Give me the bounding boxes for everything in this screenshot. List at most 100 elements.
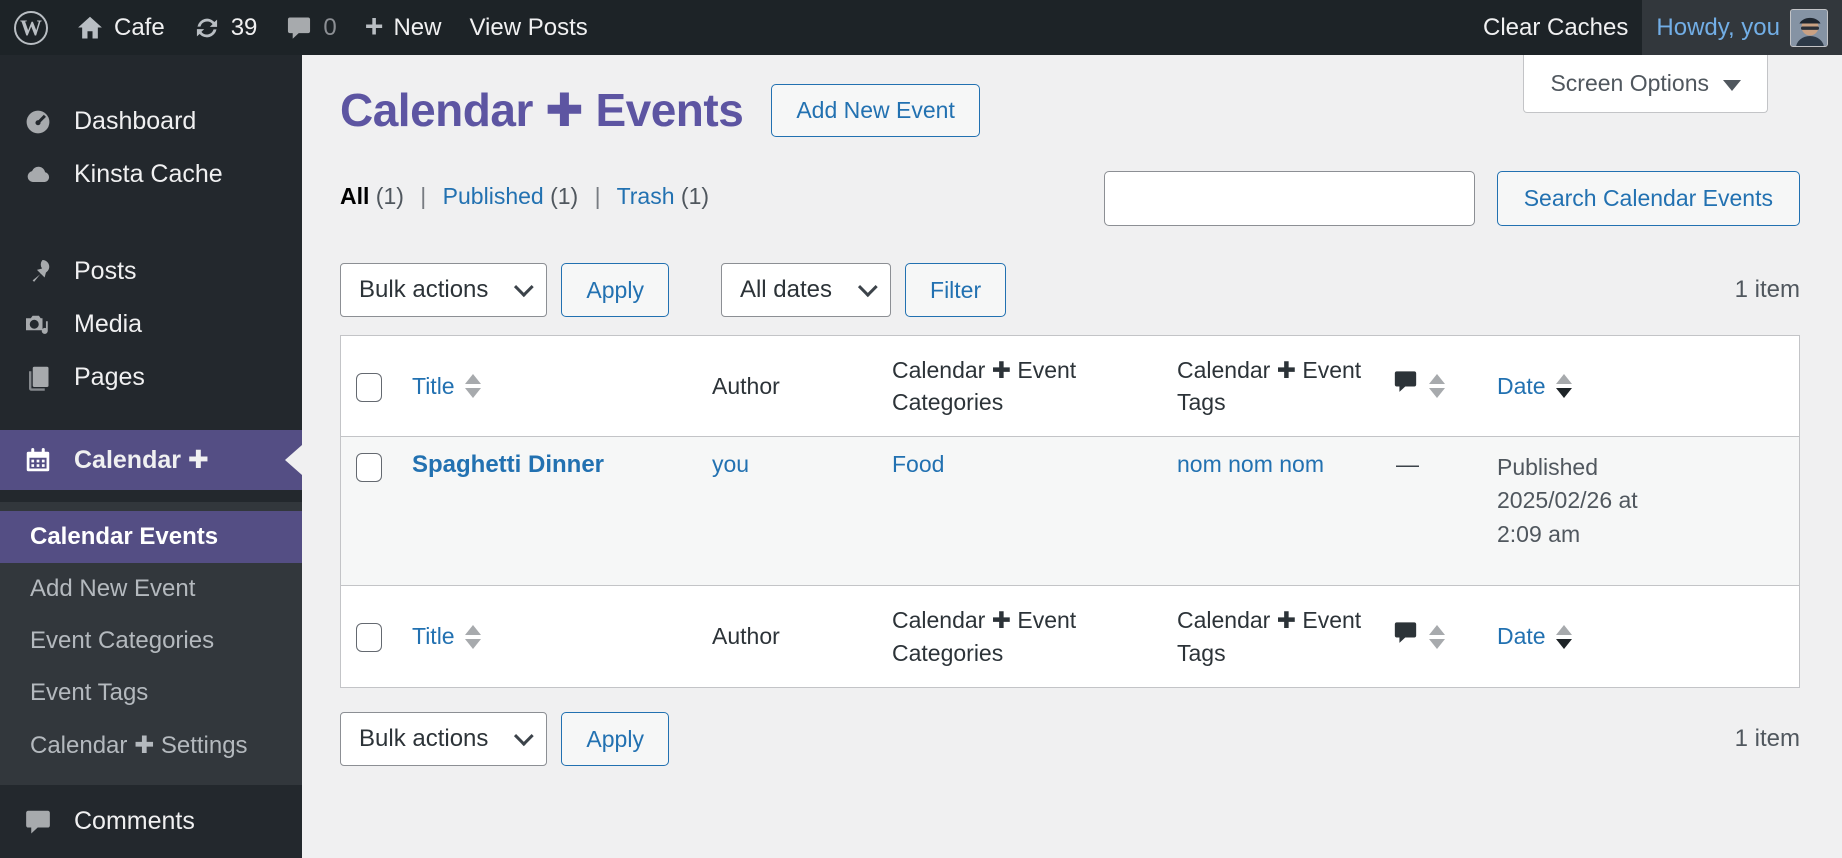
view-posts-label: View Posts — [469, 13, 588, 41]
submenu-item-add-new-event[interactable]: Add New Event — [0, 563, 302, 615]
filter-search-row: All (1) | Published (1) | Trash (1) Sear… — [340, 171, 1800, 229]
no-comments-dash: — — [1396, 451, 1419, 477]
author-link[interactable]: you — [712, 451, 749, 478]
sort-by-date-link[interactable]: Date — [1497, 620, 1572, 652]
filter-published-link[interactable]: Published — [443, 183, 544, 209]
sort-arrows-icon — [464, 374, 481, 398]
all-dates-select[interactable]: All dates — [720, 263, 892, 317]
new-label: New — [393, 13, 442, 41]
column-date-label: Date — [1497, 372, 1546, 399]
view-posts-link[interactable]: View Posts — [455, 0, 601, 55]
row-checkbox[interactable] — [356, 453, 382, 482]
pushpin-icon — [22, 257, 54, 287]
search-input[interactable] — [1103, 171, 1475, 226]
sidebar-item-label: Calendar ✚ — [74, 446, 209, 474]
table-footer-row: Title Author Calendar ✚ Event Categories… — [341, 586, 1799, 687]
updates-icon — [193, 14, 221, 42]
sort-by-date-link[interactable]: Date — [1497, 370, 1572, 402]
chevron-down-icon — [1723, 79, 1741, 91]
sidebar-item-media[interactable]: Media — [0, 298, 302, 351]
top-toolbar: Bulk actions Apply All dates Filter 1 it… — [340, 263, 1800, 317]
filter-all-link[interactable]: All — [340, 183, 369, 209]
submenu-item-label: Add New Event — [30, 575, 196, 602]
sort-arrows-icon — [1555, 374, 1572, 398]
sidebar-item-label: Pages — [74, 363, 145, 391]
bulk-actions-select-bottom[interactable]: Bulk actions — [340, 712, 548, 766]
updates-link[interactable]: 39 — [179, 0, 272, 55]
calendar-submenu: Calendar Events Add New Event Event Cate… — [0, 502, 302, 785]
submenu-item-calendar-settings[interactable]: Calendar ✚ Settings — [0, 719, 302, 771]
filter-all-count: (1) — [375, 183, 404, 209]
sort-arrows-icon — [464, 624, 481, 649]
column-categories-label: Calendar ✚ Event Categories — [892, 607, 1077, 666]
active-menu-arrow — [285, 445, 302, 475]
howdy-label: Howdy, you — [1656, 13, 1780, 41]
clear-caches-label: Clear Caches — [1482, 13, 1629, 41]
select-all-checkbox[interactable] — [356, 372, 382, 402]
sort-by-title-link[interactable]: Title — [412, 370, 481, 402]
column-title-label: Title — [412, 372, 455, 399]
sort-by-comments-link[interactable] — [1392, 368, 1445, 403]
sidebar-item-pages[interactable]: Pages — [0, 351, 302, 404]
bulk-actions-value: Bulk actions — [359, 276, 489, 303]
submenu-item-calendar-events[interactable]: Calendar Events — [0, 511, 302, 563]
user-avatar — [1790, 8, 1828, 47]
sidebar-item-comments[interactable]: Comments — [0, 795, 302, 848]
sidebar-item-label: Posts — [74, 257, 137, 285]
updates-count: 39 — [230, 13, 258, 41]
bottom-toolbar: Bulk actions Apply 1 item — [340, 712, 1800, 766]
wordpress-menu[interactable]: W — [0, 0, 62, 55]
add-new-event-button[interactable]: Add New Event — [771, 83, 980, 137]
all-dates-value: All dates — [739, 276, 833, 303]
apply-button[interactable]: Apply — [561, 263, 669, 317]
search-calendar-events-button[interactable]: Search Calendar Events — [1496, 171, 1800, 226]
submenu-item-event-tags[interactable]: Event Tags — [0, 667, 302, 719]
submenu-item-label: Event Categories — [30, 627, 215, 654]
filter-button[interactable]: Filter — [905, 263, 1007, 317]
admin-sidebar-menu: Dashboard Kinsta Cache Posts Media Pages… — [0, 55, 302, 858]
date-cell: Published 2025/02/26 at 2:09 am — [1497, 451, 1687, 551]
bulk-actions-select[interactable]: Bulk actions — [340, 263, 548, 317]
category-link[interactable]: Food — [892, 451, 944, 478]
submenu-item-event-categories[interactable]: Event Categories — [0, 615, 302, 667]
sidebar-item-label: Media — [74, 310, 143, 338]
screen-options-toggle[interactable]: Screen Options — [1523, 55, 1768, 113]
sidebar-item-posts[interactable]: Posts — [0, 245, 302, 298]
search-box: Search Calendar Events — [1103, 171, 1800, 229]
comments-link[interactable]: 0 — [271, 0, 350, 55]
site-name-label: Cafe — [114, 13, 165, 41]
page-title: Calendar ✚ Events — [340, 84, 744, 136]
dashboard-gauge-icon — [22, 107, 54, 137]
sort-by-comments-link[interactable] — [1392, 619, 1445, 654]
event-title-link[interactable]: Spaghetti Dinner — [412, 451, 604, 479]
filter-divider: | — [594, 183, 601, 209]
submenu-spacer — [0, 490, 302, 502]
howdy-account-menu[interactable]: Howdy, you — [1642, 0, 1842, 55]
column-author-label: Author — [712, 623, 780, 650]
sort-arrows-icon — [1429, 624, 1445, 649]
cloud-icon — [22, 160, 54, 190]
column-tags-label: Calendar ✚ Event Tags — [1177, 356, 1362, 415]
submenu-item-label: Event Tags — [30, 679, 149, 706]
sort-by-title-link[interactable]: Title — [412, 620, 481, 652]
apply-button-bottom[interactable]: Apply — [561, 712, 669, 766]
filter-trash-count: (1) — [680, 183, 710, 209]
sidebar-separator — [0, 201, 302, 245]
table-header-row: Title Author Calendar ✚ Event Categories… — [341, 336, 1799, 436]
filter-divider: | — [420, 183, 427, 209]
sidebar-item-kinsta-cache[interactable]: Kinsta Cache — [0, 148, 302, 201]
site-name-link[interactable]: Cafe — [62, 0, 179, 55]
wordpress-logo-icon: W — [14, 10, 48, 45]
tags-link[interactable]: nom nom nom — [1177, 451, 1324, 478]
sidebar-item-calendar-plus[interactable]: Calendar ✚ — [0, 430, 302, 490]
column-categories-label: Calendar ✚ Event Categories — [892, 356, 1077, 415]
sort-arrows-icon — [1429, 374, 1445, 398]
chevron-down-icon — [514, 726, 535, 747]
sort-arrows-icon — [1555, 624, 1572, 649]
select-all-checkbox[interactable] — [356, 623, 382, 652]
status-filter-links: All (1) | Published (1) | Trash (1) — [340, 183, 709, 229]
sidebar-item-dashboard[interactable]: Dashboard — [0, 95, 302, 148]
filter-trash-link[interactable]: Trash — [617, 183, 675, 209]
new-content-link[interactable]: + New — [351, 0, 456, 55]
clear-caches-link[interactable]: Clear Caches — [1469, 0, 1642, 55]
